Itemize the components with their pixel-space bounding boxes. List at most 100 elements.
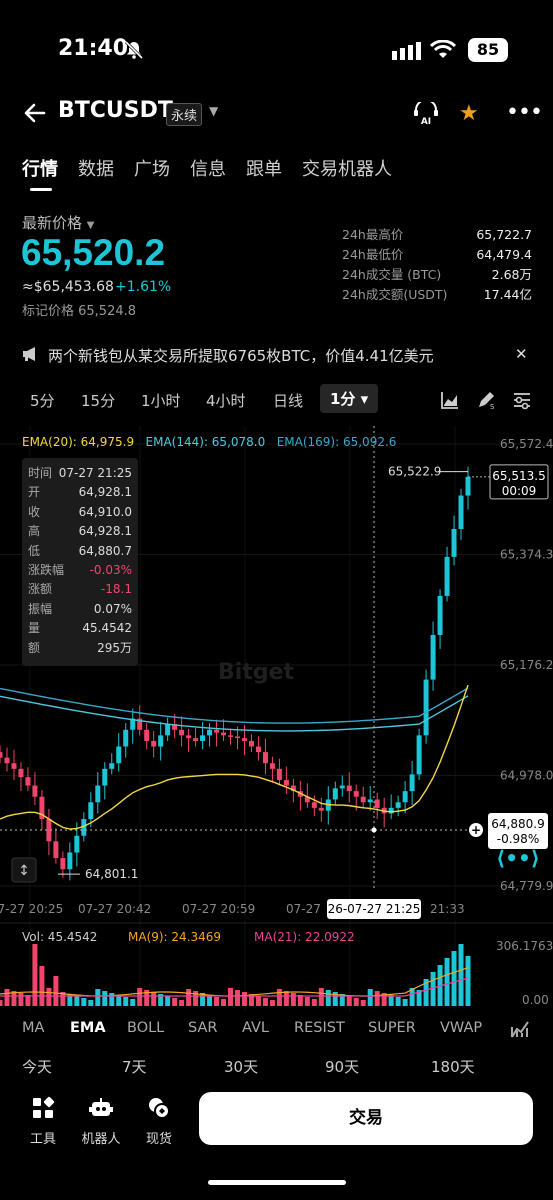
crosshair-time: 26-07-27 21:25	[328, 902, 421, 916]
indicator-boll[interactable]: BOLL	[127, 1020, 164, 1036]
info-row: 额 295万	[28, 640, 132, 655]
volume-bar	[255, 996, 261, 1006]
nav-spot[interactable]: 现货	[134, 1096, 184, 1147]
time-axis-label: 07-27	[286, 902, 321, 916]
close-icon[interactable]: ✕	[515, 345, 528, 363]
info-row: 收 64,910.0	[28, 504, 132, 519]
volume-bar	[451, 951, 457, 1006]
volume-bar	[360, 1000, 366, 1006]
interval-15m[interactable]: 15分	[81, 390, 115, 411]
indicator-ma[interactable]: MA	[22, 1020, 44, 1036]
candle-body	[255, 746, 261, 753]
info-row: 涨额 -18.1	[28, 582, 132, 597]
more-menu-icon[interactable]: •••	[506, 100, 543, 125]
indicator-avl[interactable]: AVL	[242, 1020, 269, 1036]
latest-price-label[interactable]: 最新价格 ▼	[22, 212, 95, 233]
candle-body	[60, 858, 66, 870]
candle-body	[165, 724, 171, 736]
candle-body	[374, 799, 380, 808]
perf-7d[interactable]: 7天	[122, 1056, 147, 1077]
candle-body	[186, 735, 192, 739]
volume-bar	[207, 995, 213, 1006]
countdown-timer: 00:09	[502, 484, 537, 498]
time-axis-label: 07-27 20:59	[182, 902, 255, 916]
candle-body	[395, 802, 401, 808]
volume-bar	[186, 989, 192, 1006]
wifi-icon	[430, 40, 456, 58]
pair-title[interactable]: BTCUSDT	[58, 98, 173, 123]
tab-market[interactable]: 行情	[22, 155, 58, 181]
interval-4h[interactable]: 4小时	[206, 390, 246, 411]
volume-bar	[137, 988, 143, 1006]
candle-body	[0, 752, 3, 758]
volume-bar	[241, 992, 247, 1006]
tab-square[interactable]: 广场	[134, 155, 170, 181]
info-row: 低 64,880.7	[28, 543, 132, 558]
perf-today[interactable]: 今天	[22, 1056, 52, 1077]
chevron-down-icon[interactable]: ▼	[209, 104, 218, 118]
candle-body	[353, 791, 359, 797]
volume-bar	[116, 995, 122, 1006]
time-axis-label: 07-27 20:25	[0, 902, 63, 916]
volume-bar	[53, 976, 59, 1006]
tab-trading-bot[interactable]: 交易机器人	[302, 155, 392, 181]
volume-bar	[179, 1000, 185, 1006]
volume-bar	[95, 989, 101, 1006]
nav-tools[interactable]: 工具	[18, 1096, 68, 1147]
tab-info[interactable]: 信息	[190, 155, 226, 181]
ai-assistant-icon[interactable]: AI	[412, 102, 440, 126]
volume-bar	[214, 997, 220, 1006]
24h-stats: 24h最高价 65,722.7 24h最低价 64,479.4 24h成交量 (BT…	[342, 225, 532, 305]
indicator-super[interactable]: SUPER	[368, 1020, 416, 1036]
interval-5m[interactable]: 5分	[30, 390, 55, 411]
indicator-settings-icon[interactable]	[510, 1019, 530, 1039]
interval-1h[interactable]: 1小时	[141, 390, 181, 411]
ema20-label: EMA(20): 64,975.9	[22, 435, 135, 449]
spot-icon	[149, 1098, 170, 1119]
volume-bar	[88, 1000, 94, 1006]
home-indicator[interactable]	[208, 1180, 346, 1185]
ema169-label: EMA(169): 65,092.6	[276, 435, 397, 449]
indicator-vwap[interactable]: VWAP	[440, 1020, 482, 1036]
indicator-tabs: MA EMA BOLL SAR AVL RESIST SUPER VWAP	[0, 1014, 553, 1044]
perf-180d[interactable]: 180天	[431, 1056, 475, 1077]
tab-data[interactable]: 数据	[78, 155, 114, 181]
perf-90d[interactable]: 90天	[325, 1056, 359, 1077]
volume-bar	[388, 995, 394, 1006]
volume-ma9: MA(9): 24.3469	[128, 930, 221, 944]
candle-body	[437, 595, 443, 635]
interval-1d[interactable]: 日线	[273, 390, 303, 411]
candle-body	[123, 729, 129, 747]
price-axis-label: 65,176.2	[500, 658, 553, 672]
time-axis-label: 07-27 20:42	[78, 902, 151, 916]
back-arrow-icon[interactable]	[22, 100, 48, 126]
interval-1m[interactable]: 1分 ▾	[320, 384, 379, 413]
chart-settings-icon[interactable]	[512, 390, 532, 410]
active-tab-underline	[30, 188, 52, 191]
indicator-resist[interactable]: RESIST	[294, 1020, 345, 1036]
main-tabs: 行情 数据 广场 信息 跟单 交易机器人	[22, 155, 412, 181]
volume-bar	[0, 1000, 3, 1006]
perf-30d[interactable]: 30天	[224, 1056, 258, 1077]
nav-robot[interactable]: 机器人	[76, 1096, 126, 1147]
candle-body	[25, 777, 31, 786]
volume-bar	[276, 989, 282, 1006]
crosshair-pct: -0.98%	[497, 832, 539, 846]
tab-copy-trade[interactable]: 跟单	[246, 155, 282, 181]
news-ticker[interactable]: 两个新钱包从某交易所提取6765枚BTC，价值4.41亿美元	[48, 345, 434, 366]
indicator-sar[interactable]: SAR	[188, 1020, 217, 1036]
last-price-value: 65,513.5	[492, 469, 545, 483]
stat-volume: 24h成交量 (BTC) 2.68万	[342, 267, 532, 282]
candle-body	[207, 729, 213, 736]
favorite-star-icon[interactable]: ★	[459, 101, 479, 126]
candle-body	[269, 763, 275, 769]
price-axis-label: 64,978.0	[500, 769, 553, 783]
trade-button[interactable]: 交易	[199, 1092, 533, 1145]
draw-tool-icon[interactable]: S	[476, 390, 496, 410]
candle-body	[4, 757, 10, 764]
volume-bar	[262, 998, 268, 1006]
indicator-ema[interactable]: EMA	[70, 1020, 106, 1036]
candle-body	[74, 835, 80, 853]
caret-down-icon: ▼	[86, 220, 95, 231]
chart-type-icon[interactable]	[440, 390, 460, 410]
